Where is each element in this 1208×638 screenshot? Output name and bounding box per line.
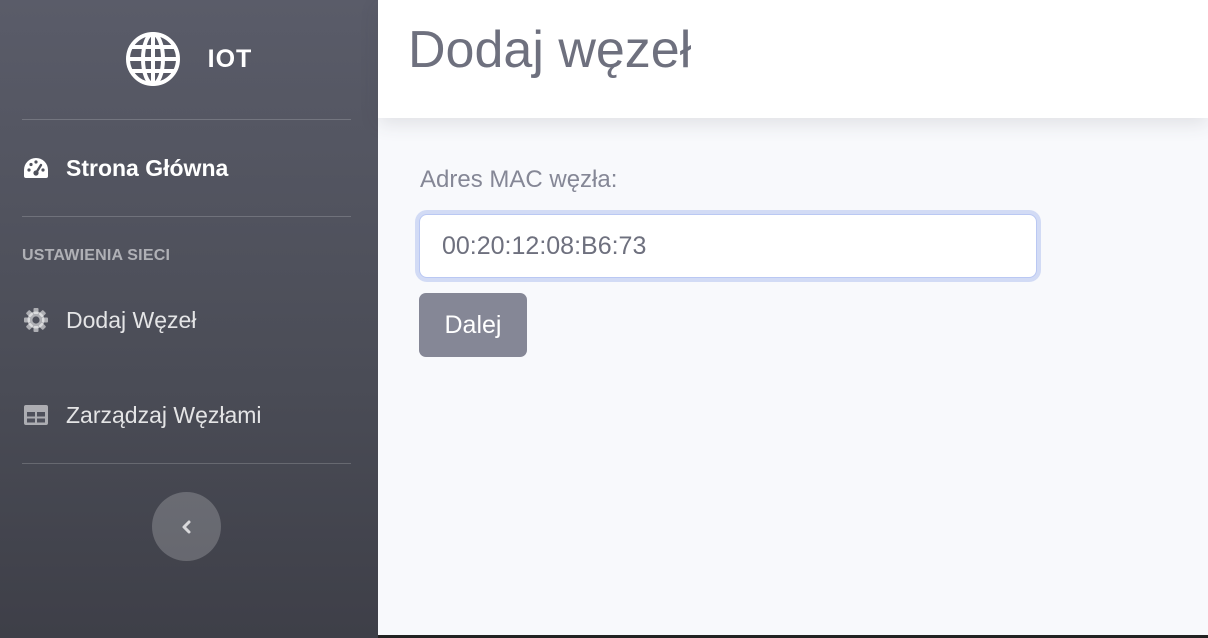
next-button[interactable]: Dalej: [419, 293, 527, 357]
page-title: Dodaj węzeł: [408, 21, 692, 79]
brand[interactable]: IOT: [0, 0, 378, 118]
globe-icon: [125, 32, 180, 86]
mac-address-input[interactable]: [419, 214, 1037, 278]
sidebar-item-add-node[interactable]: Dodaj Węzeł: [22, 306, 196, 334]
sidebar-item-home[interactable]: Strona Główna: [22, 154, 228, 182]
sidebar-item-manage-nodes[interactable]: Zarządzaj Węzłami: [22, 401, 262, 429]
sidebar-divider: [22, 119, 351, 120]
tachometer-icon: [22, 154, 50, 182]
sidebar-item-add-node-label: Dodaj Węzeł: [66, 306, 197, 333]
brand-text: IOT: [207, 44, 253, 73]
sidebar-divider: [22, 463, 351, 464]
main-content: Adres MAC węzła: Dalej: [378, 118, 1208, 638]
table-icon: [22, 401, 50, 429]
sidebar-section-heading: USTAWIENIA SIECI: [22, 247, 171, 264]
sidebar-item-manage-nodes-label: Zarządzaj Węzłami: [66, 401, 262, 428]
chevron-left-icon: [182, 520, 190, 533]
gear-icon: [22, 306, 50, 334]
topbar: Dodaj węzeł: [378, 0, 1208, 118]
sidebar-divider: [22, 216, 351, 217]
sidebar: IOT Strona Główna USTAWIENIA SIECI Dodaj…: [0, 0, 378, 638]
sidebar-toggle-button[interactable]: [152, 492, 221, 561]
sidebar-item-home-label: Strona Główna: [66, 154, 229, 181]
mac-address-label: Adres MAC węzła:: [420, 166, 618, 193]
